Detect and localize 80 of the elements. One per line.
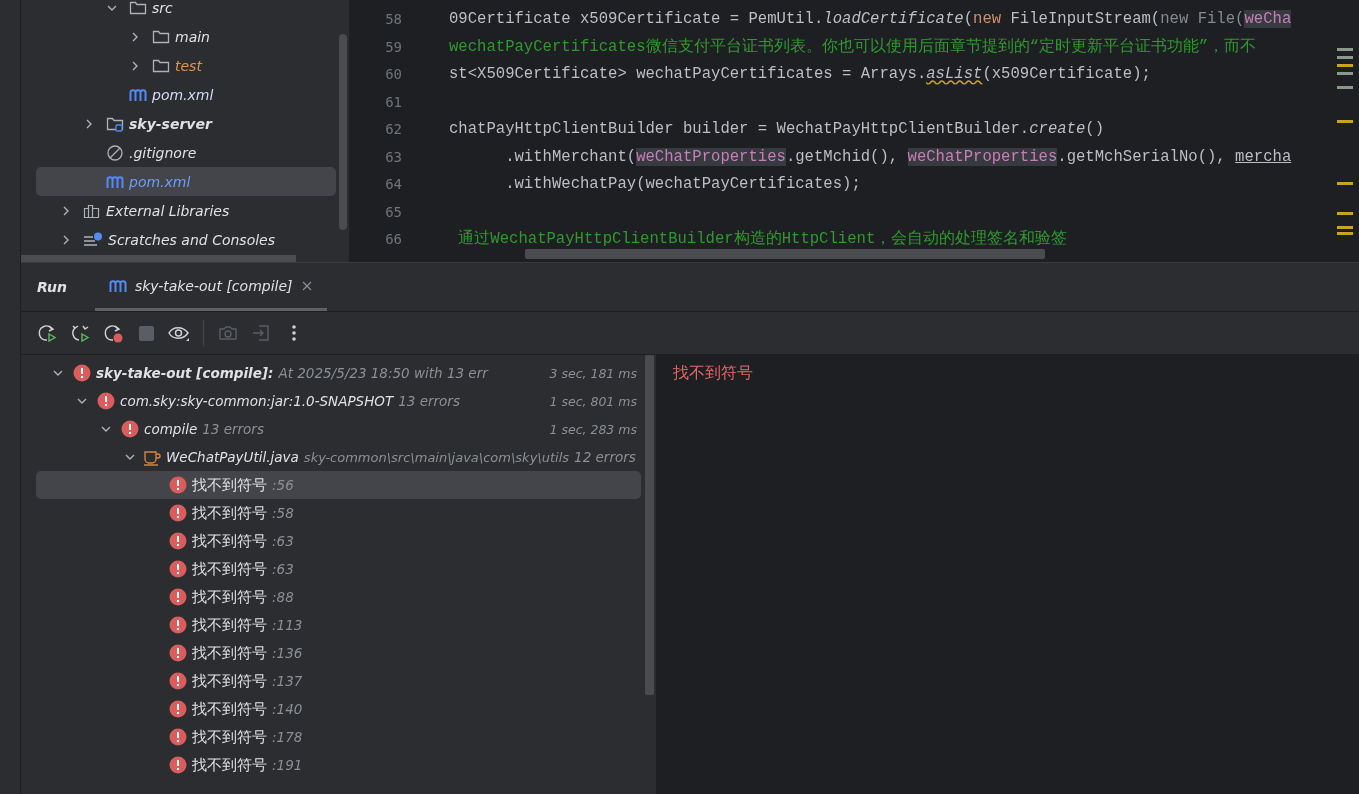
close-icon[interactable] [300, 279, 313, 292]
camera-icon [218, 323, 238, 343]
error-icon [169, 504, 187, 522]
code-line: 通过WechatPayHttpClientBuilder构造的HttpClient，会自动的处理签名和验签 [457, 230, 1068, 248]
cup-icon [143, 448, 161, 466]
result-item[interactable]: 找不到符号 :113 [36, 611, 641, 639]
scrollbar[interactable] [339, 34, 347, 230]
error-icon [169, 476, 187, 494]
error-icon [73, 364, 91, 382]
result-item[interactable]: sky-take-out [compile]: At 2025/5/23 18:50 with 13 err 3 sec, 181 ms [36, 359, 641, 387]
code-line: chatPayHttpClientBuilder builder = WechatPayHttpClientBuilder.create() [449, 120, 1105, 138]
code-line: wechatPayCertificates微信支付平台证书列表。你也可以使用后面章节提到的“定时更新平台证书功能”，而不 [449, 37, 1257, 56]
tree-item[interactable]: .gitignore [36, 138, 336, 167]
rerun-tests-icon [70, 323, 90, 343]
rerun-error-icon [103, 323, 123, 343]
line-number: 64 [384, 175, 403, 194]
scrollbar[interactable] [645, 355, 654, 695]
folder-icon [152, 57, 170, 74]
error-icon [169, 616, 187, 634]
tree-item[interactable]: Scratches and Consoles [36, 225, 336, 254]
line-number: 66 [384, 230, 403, 249]
stop-icon [138, 325, 154, 341]
error-icon [169, 644, 187, 662]
tree-item[interactable]: src [36, 0, 336, 22]
run-tab[interactable]: sky-take-out [compile] [94, 263, 327, 311]
result-item[interactable]: 找不到符号 :63 [36, 527, 641, 555]
error-icon [169, 588, 187, 606]
line-number: 63 [384, 147, 403, 167]
line-number: 60 [384, 65, 403, 84]
result-item[interactable]: 找不到符号 :88 [36, 583, 641, 611]
result-item[interactable]: 找不到符号 :56 [36, 471, 641, 499]
library-icon [83, 202, 101, 219]
maven-icon [106, 174, 124, 189]
more-icon [292, 325, 296, 341]
folder-icon [152, 28, 170, 45]
error-icon [169, 560, 187, 578]
result-item[interactable]: 找不到符号 :58 [36, 499, 641, 527]
maven-icon [108, 278, 127, 293]
tree-item[interactable]: pom.xml [36, 167, 336, 196]
error-icon [97, 392, 115, 410]
result-item[interactable]: WeChatPayUtil.java sky-common\src\main\java\com\sky\utils 12 errors [36, 443, 641, 471]
error-icon [121, 420, 139, 438]
tree-item[interactable]: sky-server [36, 109, 336, 138]
panel-title: Run [37, 279, 67, 295]
result-item[interactable]: 找不到符号 :63 [36, 555, 641, 583]
tree-item[interactable]: test [36, 51, 336, 80]
code-line: .withMerchant(weChatProperties.getMchid(), weChatProperties.getMchSerialNo(), mercha [504, 147, 1292, 166]
tree-item[interactable]: External Libraries [36, 196, 336, 225]
code-line: .withWechatPay(wechatPayCertificates); [504, 175, 861, 193]
result-item[interactable]: com.sky:sky-common:jar:1.0-SNAPSHOT 13 errors 1 sec, 801 ms [36, 387, 641, 415]
code-line: st<X509Certificate> wechatPayCertificates = Arrays.asList(x509Certificate); [449, 65, 1151, 83]
line-number: 62 [384, 120, 403, 139]
error-icon [169, 700, 187, 718]
scrollbar[interactable] [21, 255, 296, 262]
result-item[interactable]: 找不到符号 :137 [36, 667, 641, 695]
output-text: 找不到符号 [673, 363, 753, 382]
export-icon [251, 323, 271, 343]
tree-item[interactable]: pom.xml [36, 80, 336, 109]
error-icon [169, 756, 187, 774]
code-line: 09Certificate x509Certificate = PemUtil.loadCertificate(new FileInputStream(new File(weCha [449, 10, 1292, 28]
rerun-icon [37, 323, 57, 343]
tree-item[interactable]: main [36, 22, 336, 51]
maven-icon [129, 87, 147, 102]
line-number: 58 [384, 10, 403, 29]
error-icon [169, 672, 187, 690]
scrollbar[interactable] [525, 249, 1045, 259]
module-folder-icon [106, 115, 124, 132]
error-icon [169, 532, 187, 550]
result-item[interactable]: 找不到符号 :178 [36, 723, 641, 751]
line-number: 59 [384, 37, 403, 57]
result-item[interactable]: 找不到符号 :140 [36, 695, 641, 723]
result-item[interactable]: 找不到符号 :136 [36, 639, 641, 667]
error-icon [169, 728, 187, 746]
prohibited-icon [106, 143, 124, 162]
result-item[interactable]: compile 13 errors 1 sec, 283 ms [36, 415, 641, 443]
scratches-icon [83, 231, 103, 248]
result-item[interactable]: 找不到符号 :191 [36, 751, 641, 779]
line-number: 61 [384, 92, 403, 112]
line-number: 65 [384, 202, 403, 222]
folder-icon [129, 0, 147, 16]
